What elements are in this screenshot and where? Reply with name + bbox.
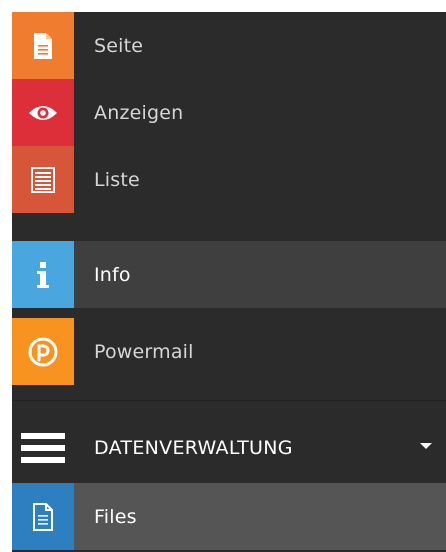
hamburger-icon — [12, 431, 74, 465]
file-icon — [12, 483, 74, 550]
module-menu: Seite Anzeigen Liste Info Powermail DATE… — [12, 12, 446, 552]
menu-item-powermail[interactable]: Powermail — [12, 318, 446, 385]
caret-down-icon[interactable] — [420, 443, 432, 449]
menu-item-liste[interactable]: Liste — [12, 146, 446, 213]
section-divider — [12, 400, 446, 401]
group-label: DATENVERWALTUNG — [94, 436, 293, 459]
page-icon — [12, 12, 74, 79]
list-icon — [12, 146, 74, 213]
menu-item-anzeigen[interactable]: Anzeigen — [12, 79, 446, 146]
menu-item-label: Anzeigen — [94, 101, 184, 124]
menu-item-label: Powermail — [94, 340, 194, 363]
menu-item-label: Seite — [94, 34, 144, 57]
menu-item-files[interactable]: Files — [12, 483, 446, 550]
menu-item-label: Liste — [94, 168, 140, 191]
group-header-datenverwaltung[interactable]: DATENVERWALTUNG — [12, 415, 446, 480]
menu-item-label: Files — [94, 505, 137, 528]
menu-item-info[interactable]: Info — [12, 241, 446, 308]
menu-item-seite[interactable]: Seite — [12, 12, 446, 79]
info-icon — [12, 241, 74, 308]
eye-icon — [12, 79, 74, 146]
powermail-icon — [12, 318, 74, 385]
menu-item-label: Info — [94, 263, 131, 286]
